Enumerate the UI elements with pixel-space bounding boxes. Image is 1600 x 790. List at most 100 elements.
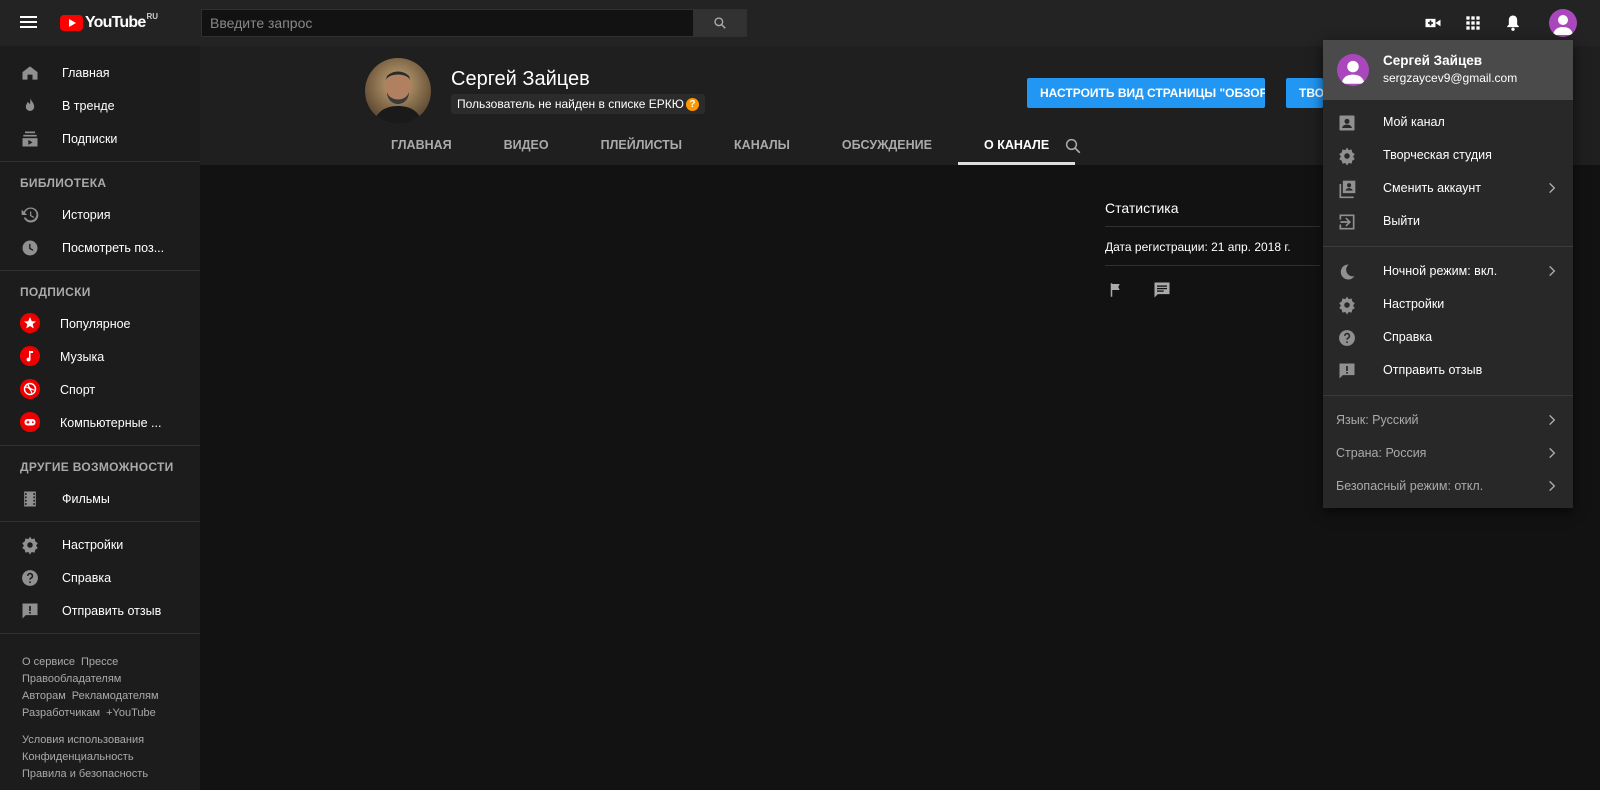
footer-link-safety[interactable]: Правила и безопасность (22, 768, 148, 780)
menu-item-label: Настройки (1383, 297, 1445, 311)
footer-link-developers[interactable]: Разработчикам (22, 707, 100, 719)
menu-item-label: Безопасный режим: откл. (1336, 479, 1484, 493)
menu-item-label: Страна: Россия (1336, 446, 1427, 460)
sidebar-item-settings[interactable]: Настройки (0, 528, 200, 561)
tab-home[interactable]: ГЛАВНАЯ (365, 126, 478, 165)
account-menu: Сергей Зайцев sergzaycev9@gmail.com Мой … (1323, 40, 1573, 508)
footer-link-advertisers[interactable]: Рекламодателям (72, 690, 159, 702)
footer-link-creators[interactable]: Авторам (22, 690, 66, 702)
home-icon (22, 66, 38, 80)
sidebar-divider (0, 161, 200, 162)
channel-search-icon[interactable] (1064, 137, 1082, 155)
footer-link-plus[interactable]: +YouTube (106, 707, 156, 719)
tab-discussion[interactable]: ОБСУЖДЕНИЕ (816, 126, 958, 165)
feedback-icon (1339, 363, 1355, 379)
menu-item-creator-studio[interactable]: Творческая студия (1323, 139, 1573, 172)
person-icon (1553, 15, 1573, 35)
sidebar-item-label: История (62, 207, 111, 222)
gear-icon (1339, 147, 1355, 166)
stats-divider (1105, 226, 1320, 227)
channel-badge: Пользователь не найден в списке ЕРКЮ ? (451, 94, 705, 114)
channel-avatar[interactable] (365, 58, 431, 124)
footer-link-press[interactable]: Прессе (81, 656, 118, 668)
flag-icon[interactable] (1107, 281, 1125, 299)
tab-videos[interactable]: ВИДЕО (478, 126, 575, 165)
gear-icon (22, 536, 38, 555)
sidebar-item-label: Спорт (60, 382, 96, 397)
menu-divider (1323, 246, 1573, 247)
badge-text: Пользователь не найден в списке ЕРКЮ (457, 97, 684, 111)
sidebar-item-history[interactable]: История (0, 198, 200, 231)
stats-divider (1105, 265, 1320, 266)
search-bar (201, 9, 747, 37)
sidebar-item-label: Настройки (62, 537, 124, 552)
question-icon[interactable]: ? (685, 97, 699, 111)
footer-link-copyright[interactable]: Правообладателям (22, 673, 121, 685)
menu-item-label: Отправить отзыв (1383, 363, 1483, 377)
message-icon[interactable] (1152, 280, 1172, 300)
menu-item-country[interactable]: Страна: Россия (1323, 437, 1573, 470)
menu-item-settings[interactable]: Настройки (1323, 288, 1573, 321)
menu-item-help[interactable]: Справка (1323, 321, 1573, 354)
chevron-right-icon (1549, 414, 1556, 426)
account-box-icon (1339, 115, 1355, 131)
sidebar-item-movies[interactable]: Фильмы (0, 482, 200, 515)
footer-link-about[interactable]: О сервисе (22, 656, 75, 668)
gamepad-icon (20, 412, 40, 432)
menu-item-sign-out[interactable]: Выйти (1323, 205, 1573, 238)
menu-item-switch-account[interactable]: Сменить аккаунт (1323, 172, 1573, 205)
hamburger-menu-icon[interactable] (20, 13, 40, 33)
footer-link-privacy[interactable]: Конфиденциальность (22, 751, 134, 763)
menu-item-language[interactable]: Язык: Русский (1323, 404, 1573, 437)
sidebar-item-label: В тренде (62, 98, 115, 113)
sidebar-item-label: Подписки (62, 131, 118, 146)
footer-link-terms[interactable]: Условия использования (22, 734, 144, 746)
search-input[interactable] (201, 9, 695, 37)
tab-channels[interactable]: КАНАЛЫ (708, 126, 816, 165)
menu-item-label: Сменить аккаунт (1383, 181, 1482, 195)
channel-tabs: ГЛАВНАЯ ВИДЕО ПЛЕЙЛИСТЫ КАНАЛЫ ОБСУЖДЕНИ… (365, 126, 1076, 165)
apps-grid-icon[interactable] (1463, 13, 1483, 33)
notifications-bell-icon[interactable] (1503, 13, 1523, 33)
account-avatar-button[interactable] (1549, 9, 1577, 37)
youtube-logo[interactable]: YouTube RU (60, 11, 159, 32)
stats-title: Статистика (1105, 200, 1179, 216)
logo-region: RU (146, 11, 159, 21)
tab-about[interactable]: О КАНАЛЕ (958, 126, 1076, 165)
sidebar-item-music[interactable]: Музыка (0, 340, 200, 373)
sidebar-item-help[interactable]: Справка (0, 561, 200, 594)
sidebar-item-games[interactable]: Компьютерные ... (0, 406, 200, 439)
fire-icon (25, 97, 35, 111)
sidebar-item-popular[interactable]: Популярное (0, 307, 200, 340)
search-button[interactable] (694, 9, 747, 37)
menu-item-dark-mode[interactable]: Ночной режим: вкл. (1323, 255, 1573, 288)
sidebar-item-subscriptions[interactable]: Подписки (0, 122, 200, 155)
music-icon (20, 346, 40, 366)
sidebar-item-home[interactable]: Главная (0, 56, 200, 89)
menu-item-my-channel[interactable]: Мой канал (1323, 106, 1573, 139)
sidebar-item-trending[interactable]: В тренде (0, 89, 200, 122)
creator-studio-button[interactable]: ТВОРЧЕСКАЯ СТУДИЯ (1286, 78, 1323, 108)
menu-item-feedback[interactable]: Отправить отзыв (1323, 354, 1573, 387)
chevron-right-icon (1549, 480, 1556, 492)
sidebar-item-watch-later[interactable]: Посмотреть поз... (0, 231, 200, 264)
sidebar-item-feedback[interactable]: Отправить отзыв (0, 594, 200, 627)
sidebar-divider (0, 633, 200, 634)
sidebar-item-sport[interactable]: Спорт (0, 373, 200, 406)
chevron-right-icon (1549, 265, 1556, 277)
menu-item-restricted-mode[interactable]: Безопасный режим: откл. (1323, 470, 1573, 503)
customize-overview-button[interactable]: НАСТРОИТЬ ВИД СТРАНИЦЫ "ОБЗОР" (1027, 78, 1265, 108)
subscriptions-icon (22, 131, 38, 147)
sidebar-divider (0, 445, 200, 446)
menu-item-label: Творческая студия (1383, 148, 1492, 162)
gear-icon (1339, 296, 1355, 315)
account-avatar (1337, 54, 1369, 86)
tab-playlists[interactable]: ПЛЕЙЛИСТЫ (575, 126, 708, 165)
help-icon (22, 570, 38, 586)
more-section-title: ДРУГИЕ ВОЗМОЖНОСТИ (20, 460, 174, 474)
create-video-icon[interactable] (1423, 13, 1443, 33)
registration-date: Дата регистрации: 21 апр. 2018 г. (1105, 240, 1291, 254)
sport-icon (20, 379, 40, 399)
menu-item-label: Ночной режим: вкл. (1383, 264, 1498, 278)
sidebar-footer: О сервисе Прессе Правообладателям Авторам… (0, 640, 200, 783)
